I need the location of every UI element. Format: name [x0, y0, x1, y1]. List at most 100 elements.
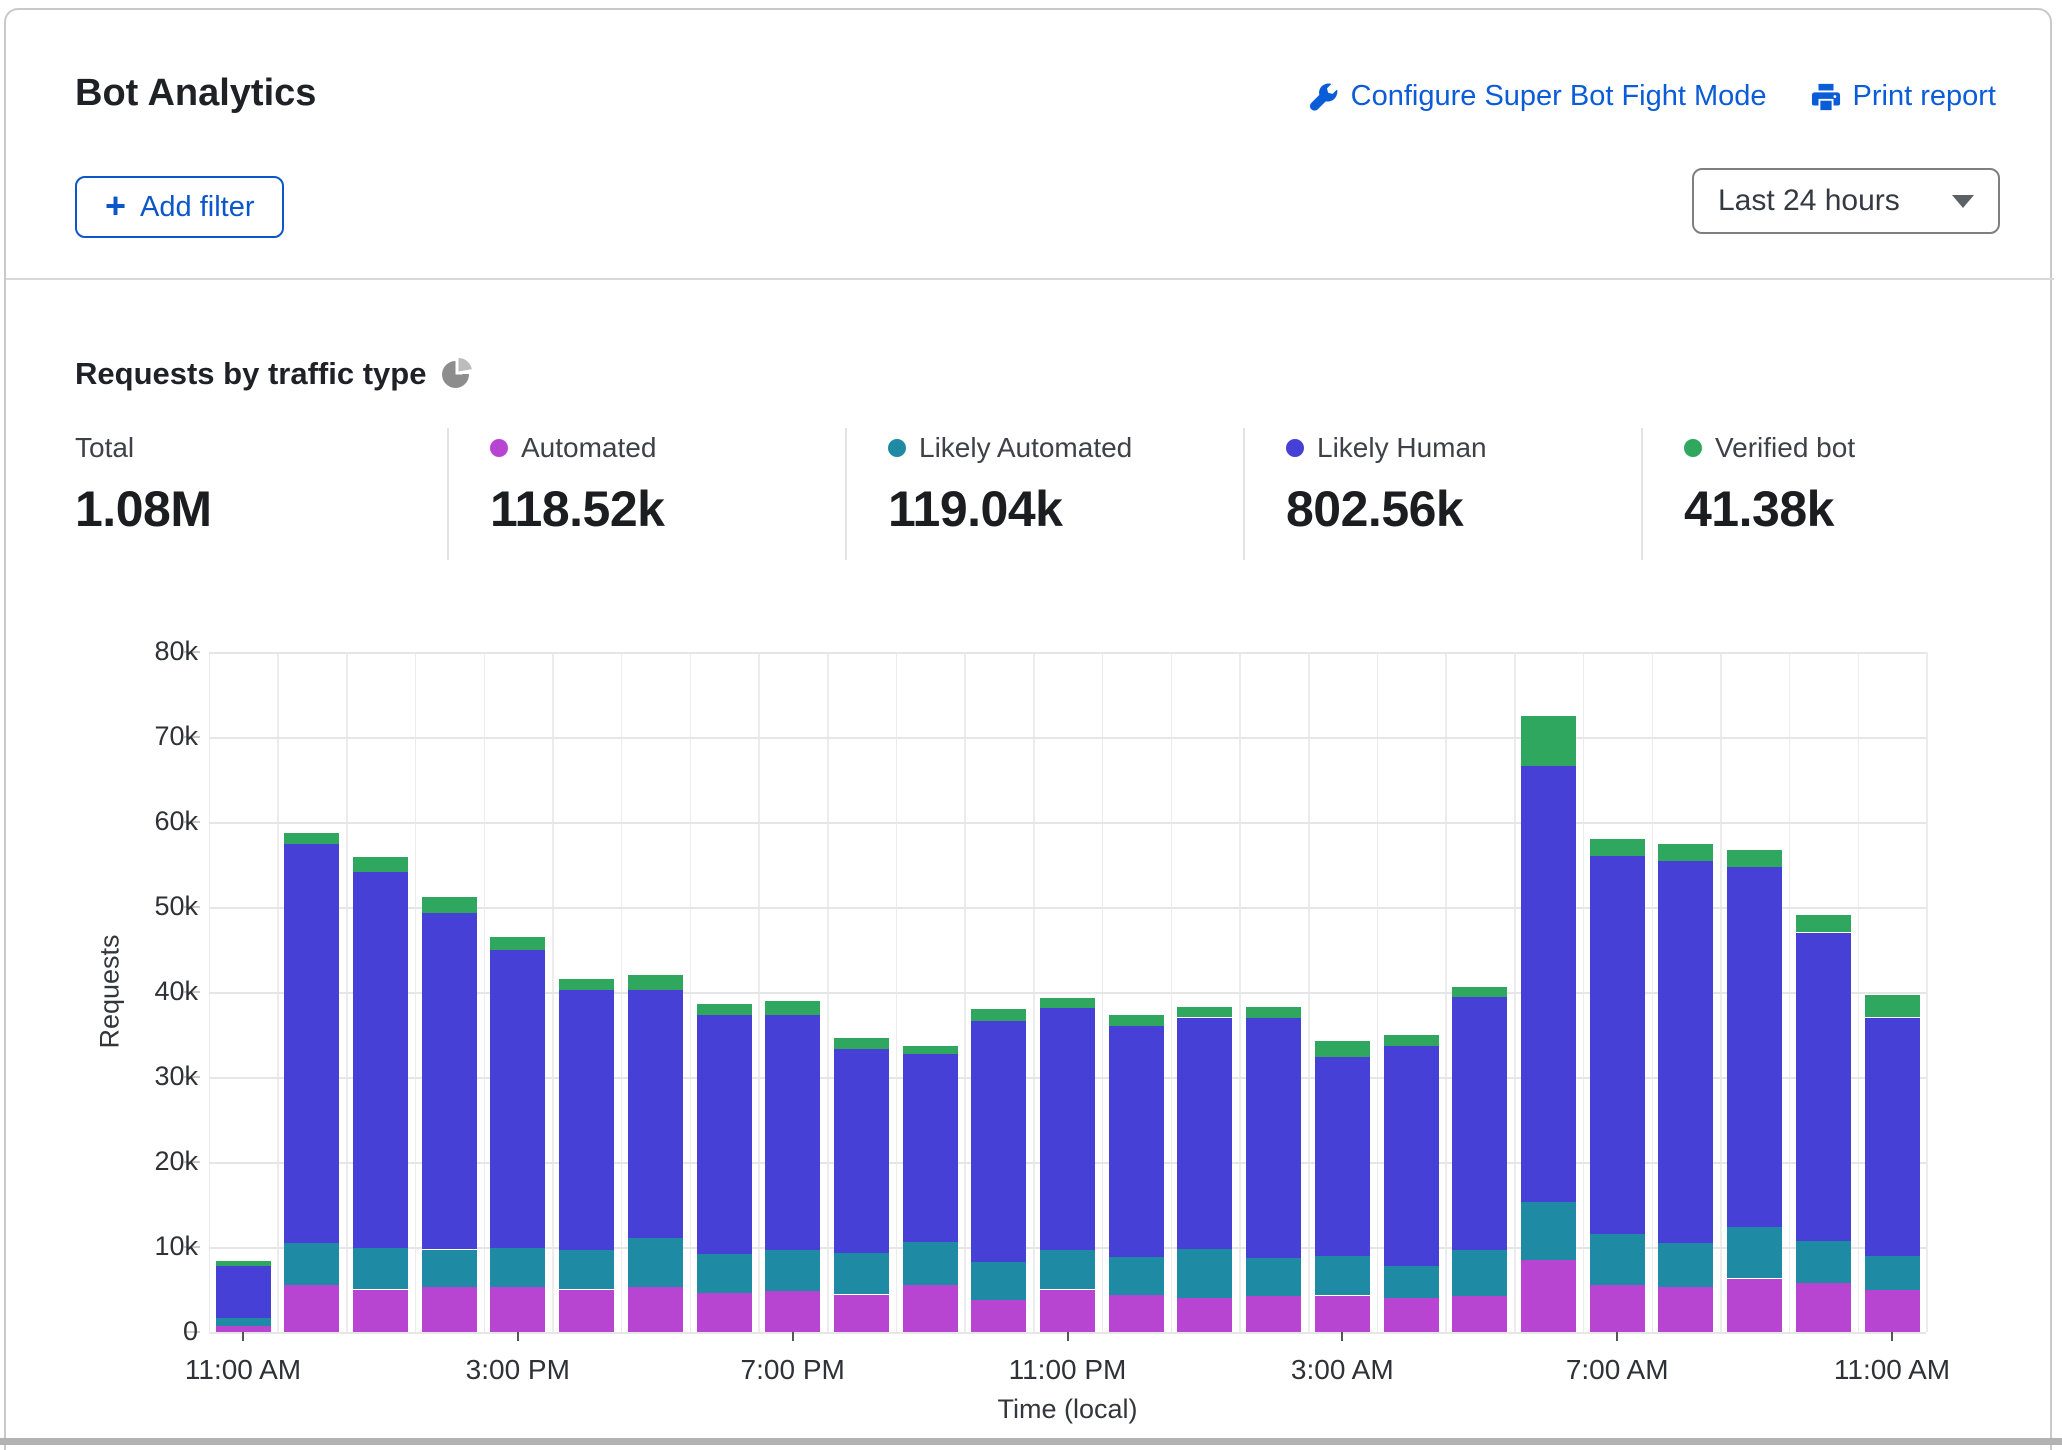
bar-segment-likely-automated[interactable]	[353, 1248, 408, 1290]
bar-segment-likely-human[interactable]	[1384, 1046, 1439, 1266]
bar-segment-automated[interactable]	[1658, 1287, 1713, 1332]
bar-segment-automated[interactable]	[1796, 1283, 1851, 1332]
bar-segment-likely-human[interactable]	[628, 990, 683, 1238]
bar-segment-likely-automated[interactable]	[1040, 1250, 1095, 1289]
bar-segment-likely-automated[interactable]	[1109, 1257, 1164, 1294]
bar-segment-likely-automated[interactable]	[422, 1250, 477, 1287]
bar-segment-automated[interactable]	[1177, 1298, 1232, 1332]
bar-segment-verified-bot[interactable]	[1452, 987, 1507, 997]
bar-segment-automated[interactable]	[1452, 1296, 1507, 1332]
bar-segment-likely-automated[interactable]	[903, 1242, 958, 1285]
bar-segment-automated[interactable]	[1590, 1285, 1645, 1332]
bar-segment-likely-human[interactable]	[834, 1049, 889, 1253]
requests-stacked-bar-chart: 010k20k30k40k50k60k70k80k11:00 AM3:00 PM…	[0, 0, 2062, 1450]
bar-segment-likely-automated[interactable]	[971, 1262, 1026, 1299]
bar-segment-likely-human[interactable]	[1246, 1018, 1301, 1258]
bar-segment-likely-automated[interactable]	[697, 1254, 752, 1293]
bar-segment-likely-automated[interactable]	[216, 1318, 271, 1326]
bar-segment-likely-human[interactable]	[422, 913, 477, 1250]
bar-segment-likely-human[interactable]	[1796, 933, 1851, 1242]
bar-segment-likely-automated[interactable]	[1521, 1202, 1576, 1260]
bar-segment-likely-automated[interactable]	[490, 1248, 545, 1287]
bar-segment-likely-human[interactable]	[1590, 856, 1645, 1234]
bar-segment-automated[interactable]	[765, 1291, 820, 1332]
bar-segment-verified-bot[interactable]	[422, 897, 477, 913]
bar-segment-verified-bot[interactable]	[1246, 1007, 1301, 1018]
bar-segment-automated[interactable]	[1315, 1296, 1370, 1333]
bar-segment-likely-automated[interactable]	[1315, 1256, 1370, 1295]
bar-segment-likely-automated[interactable]	[284, 1243, 339, 1286]
bar-segment-likely-automated[interactable]	[559, 1250, 614, 1289]
bar-segment-automated[interactable]	[971, 1300, 1026, 1332]
bar-segment-likely-human[interactable]	[559, 990, 614, 1250]
bar-segment-automated[interactable]	[559, 1290, 614, 1333]
bar-segment-likely-human[interactable]	[490, 950, 545, 1248]
bar-segment-verified-bot[interactable]	[903, 1046, 958, 1055]
bar-segment-likely-human[interactable]	[1865, 1018, 1920, 1256]
bar-segment-verified-bot[interactable]	[284, 833, 339, 844]
bar-segment-verified-bot[interactable]	[353, 857, 408, 872]
bar-segment-verified-bot[interactable]	[490, 937, 545, 950]
bar-segment-verified-bot[interactable]	[697, 1004, 752, 1015]
bar-segment-automated[interactable]	[422, 1287, 477, 1332]
bar-segment-verified-bot[interactable]	[765, 1001, 820, 1015]
bar-segment-likely-human[interactable]	[765, 1015, 820, 1250]
bar-segment-automated[interactable]	[284, 1285, 339, 1332]
bar-segment-verified-bot[interactable]	[971, 1009, 1026, 1021]
bar-segment-likely-human[interactable]	[1109, 1026, 1164, 1257]
bar-segment-likely-human[interactable]	[1040, 1008, 1095, 1250]
bar-segment-automated[interactable]	[490, 1287, 545, 1332]
bar-segment-likely-human[interactable]	[1177, 1018, 1232, 1249]
bar-segment-automated[interactable]	[1384, 1298, 1439, 1332]
bar-segment-likely-human[interactable]	[1727, 867, 1782, 1227]
bar-segment-verified-bot[interactable]	[1040, 998, 1095, 1008]
bar-segment-automated[interactable]	[1040, 1290, 1095, 1333]
bar-segment-verified-bot[interactable]	[1521, 716, 1576, 766]
bar-segment-likely-human[interactable]	[697, 1015, 752, 1254]
bar-segment-verified-bot[interactable]	[559, 979, 614, 990]
bar-segment-automated[interactable]	[1521, 1260, 1576, 1332]
bar-segment-verified-bot[interactable]	[1384, 1035, 1439, 1046]
bar-segment-likely-automated[interactable]	[834, 1253, 889, 1295]
bar-segment-likely-human[interactable]	[216, 1266, 271, 1319]
bar-segment-likely-human[interactable]	[971, 1021, 1026, 1262]
bar-segment-likely-human[interactable]	[353, 872, 408, 1248]
bar-segment-automated[interactable]	[697, 1293, 752, 1332]
bar-segment-verified-bot[interactable]	[1658, 844, 1713, 861]
bar-segment-likely-human[interactable]	[1452, 997, 1507, 1250]
bar-segment-likely-automated[interactable]	[1452, 1250, 1507, 1296]
bar-segment-likely-human[interactable]	[284, 844, 339, 1243]
bar-segment-likely-automated[interactable]	[1865, 1256, 1920, 1291]
bar-segment-automated[interactable]	[353, 1290, 408, 1333]
bar-segment-likely-human[interactable]	[903, 1054, 958, 1242]
bar-segment-likely-automated[interactable]	[1796, 1241, 1851, 1283]
bar-segment-verified-bot[interactable]	[1109, 1015, 1164, 1026]
bar-segment-likely-automated[interactable]	[1590, 1234, 1645, 1285]
bar-segment-likely-automated[interactable]	[1384, 1266, 1439, 1298]
bar-segment-automated[interactable]	[1246, 1296, 1301, 1332]
bar-segment-likely-automated[interactable]	[1727, 1227, 1782, 1279]
bar-segment-likely-automated[interactable]	[1177, 1249, 1232, 1298]
bar-segment-verified-bot[interactable]	[1727, 850, 1782, 867]
bar-segment-likely-automated[interactable]	[1658, 1243, 1713, 1287]
bar-segment-likely-human[interactable]	[1315, 1057, 1370, 1257]
bar-segment-verified-bot[interactable]	[834, 1038, 889, 1049]
bar-segment-verified-bot[interactable]	[628, 975, 683, 990]
bar-segment-verified-bot[interactable]	[1590, 839, 1645, 856]
bar-segment-likely-automated[interactable]	[765, 1250, 820, 1291]
bar-segment-verified-bot[interactable]	[216, 1261, 271, 1266]
bar-segment-automated[interactable]	[628, 1287, 683, 1332]
bar-segment-verified-bot[interactable]	[1177, 1007, 1232, 1017]
bar-segment-likely-human[interactable]	[1658, 861, 1713, 1243]
bar-segment-verified-bot[interactable]	[1315, 1041, 1370, 1057]
bar-segment-verified-bot[interactable]	[1865, 995, 1920, 1017]
bar-segment-automated[interactable]	[1109, 1295, 1164, 1332]
bar-segment-automated[interactable]	[834, 1295, 889, 1332]
bar-segment-likely-human[interactable]	[1521, 766, 1576, 1202]
bar-segment-likely-automated[interactable]	[628, 1238, 683, 1287]
bar-segment-likely-automated[interactable]	[1246, 1258, 1301, 1296]
bar-segment-verified-bot[interactable]	[1796, 915, 1851, 933]
bar-segment-automated[interactable]	[903, 1285, 958, 1332]
bar-segment-automated[interactable]	[1865, 1290, 1920, 1332]
bar-segment-automated[interactable]	[1727, 1279, 1782, 1333]
